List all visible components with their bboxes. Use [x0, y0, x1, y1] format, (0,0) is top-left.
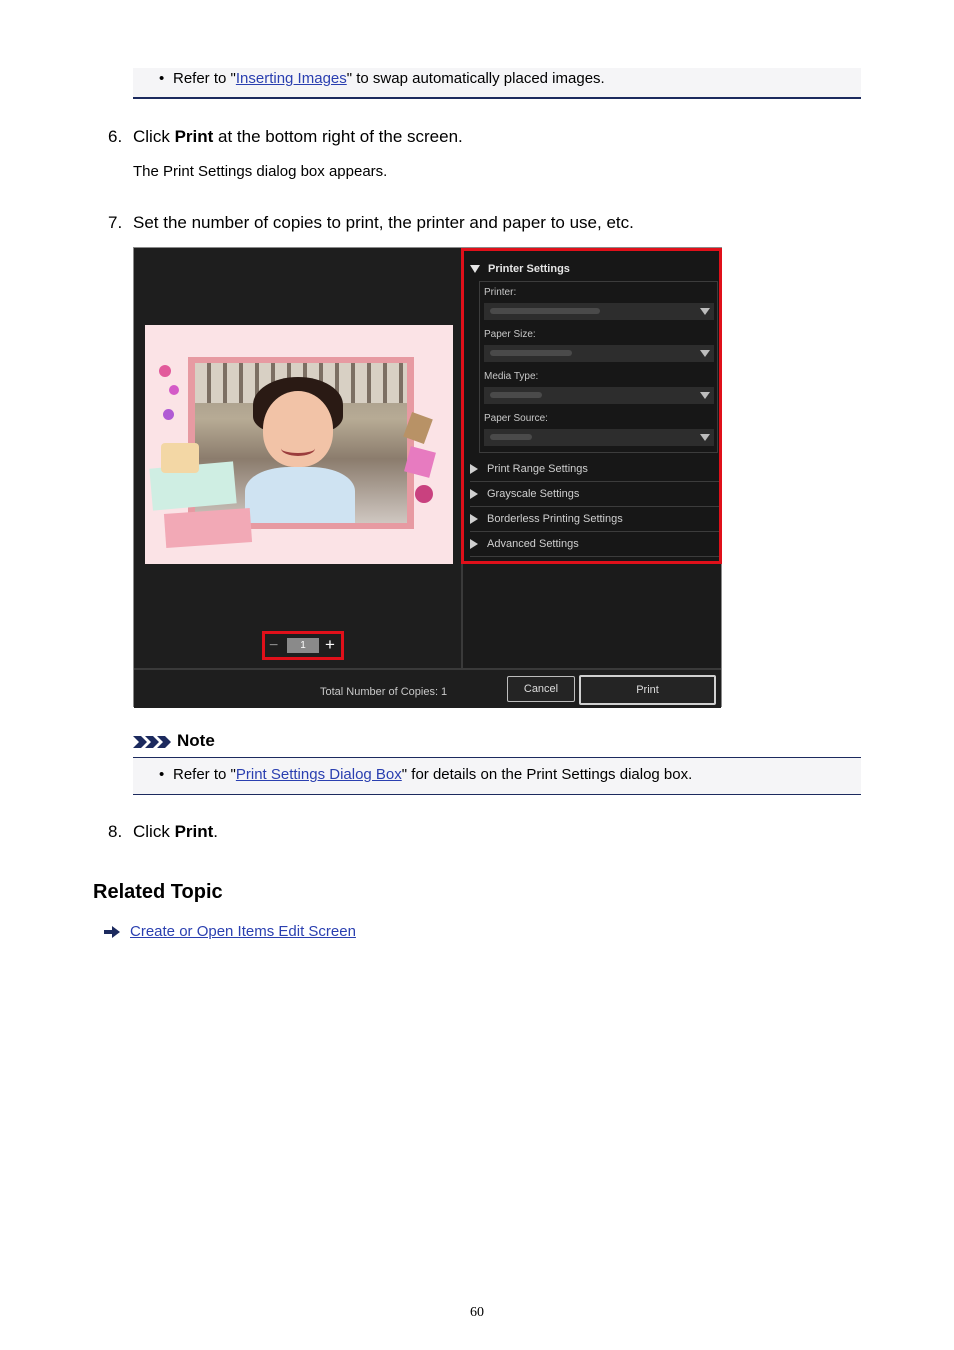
total-copies-label: Total Number of Copies: 1 — [320, 686, 448, 698]
advanced-label: Advanced Settings — [487, 538, 579, 550]
flower-decoration — [163, 409, 174, 420]
dropdown-arrow-icon — [700, 350, 710, 357]
collapsed-triangle-icon — [470, 539, 478, 550]
copies-field[interactable]: 1 — [287, 638, 319, 653]
cancel-button[interactable]: Cancel — [507, 676, 575, 702]
collapsed-triangle-icon — [470, 464, 478, 475]
flower-decoration — [159, 365, 171, 377]
top-note-prefix: Refer to " — [173, 70, 236, 87]
related-topic-heading: Related Topic — [93, 881, 223, 903]
note-prefix: Refer to " — [173, 766, 236, 783]
printer-settings-header[interactable]: Printer Settings — [470, 263, 570, 275]
printer-settings-group: Printer: Paper Size: Media Type: Paper S… — [479, 281, 718, 453]
collapsed-triangle-icon — [470, 489, 478, 500]
borderless-printing-settings-row[interactable]: Borderless Printing Settings — [470, 507, 719, 532]
paper-source-select[interactable] — [484, 429, 714, 446]
printer-settings-label: Printer Settings — [488, 263, 570, 275]
inserting-images-link[interactable]: Inserting Images — [236, 70, 347, 87]
layout-preview — [145, 325, 453, 564]
note-box: • Refer to "Print Settings Dialog Box" fo… — [133, 757, 861, 795]
decrease-copies-button[interactable]: − — [269, 637, 278, 655]
blurred-value — [490, 392, 542, 398]
step-number: 7. — [108, 213, 123, 232]
dialog-footer: Total Number of Copies: 1 Cancel Print — [134, 668, 721, 708]
top-note-line: • Refer to "Inserting Images" to swap aut… — [159, 69, 605, 89]
related-topic-item: Create or Open Items Edit Screen — [104, 923, 356, 940]
print-range-settings-row[interactable]: Print Range Settings — [470, 457, 719, 482]
blurred-value — [490, 308, 600, 314]
step-text-end: at the bottom right of the screen. — [213, 127, 463, 146]
printer-settings-panel: Printer Settings Printer: Paper Size: Me… — [461, 248, 722, 564]
paper-size-label: Paper Size: — [484, 329, 536, 340]
dropdown-arrow-icon — [700, 392, 710, 399]
dropdown-arrow-icon — [700, 434, 710, 441]
paper-source-label: Paper Source: — [484, 413, 548, 424]
step-6-result: The Print Settings dialog box appears. — [133, 163, 388, 180]
print-range-label: Print Range Settings — [487, 463, 588, 475]
expand-triangle-icon — [470, 265, 480, 274]
note-chevrons-icon — [133, 735, 171, 748]
step-number: 6. — [108, 127, 123, 146]
step-7: 7. Set the number of copies to print, th… — [108, 212, 848, 234]
paper-size-select[interactable] — [484, 345, 714, 362]
note-suffix: " for details on the Print Settings dial… — [401, 766, 693, 783]
collapsed-triangle-icon — [470, 514, 478, 525]
pink-paper-decoration — [163, 508, 253, 548]
media-type-label: Media Type: — [484, 371, 539, 382]
increase-copies-button[interactable]: + — [325, 635, 335, 655]
note-line: • Refer to "Print Settings Dialog Box" fo… — [159, 765, 692, 785]
print-settings-dialog-box-link[interactable]: Print Settings Dialog Box — [236, 766, 402, 783]
step-8: 8. Click Print. — [108, 821, 848, 843]
print-button[interactable]: Print — [579, 675, 716, 705]
cake-decoration — [161, 443, 199, 473]
printer-select[interactable] — [484, 303, 714, 320]
copies-counter-highlight: − 1 + — [262, 631, 344, 660]
step-bold: Print — [174, 127, 214, 146]
media-type-select[interactable] — [484, 387, 714, 404]
note-heading: Note — [133, 731, 215, 751]
dropdown-arrow-icon — [700, 308, 710, 315]
blurred-value — [490, 434, 532, 440]
create-or-open-items-edit-screen-link[interactable]: Create or Open Items Edit Screen — [130, 923, 356, 940]
top-note-box: • Refer to "Inserting Images" to swap aut… — [133, 68, 861, 99]
step-text: Set the number of copies to print, the p… — [133, 213, 634, 232]
blurred-value — [490, 350, 572, 356]
smile — [281, 441, 315, 456]
top-note-suffix: " to swap automatically placed images. — [346, 70, 605, 87]
flower-decoration — [169, 385, 179, 395]
arrow-right-icon — [104, 926, 120, 939]
bullet: • — [159, 766, 165, 783]
note-title: Note — [177, 731, 215, 750]
bib — [245, 467, 355, 523]
print-settings-dialog-screenshot: − 1 + Printer Settings Printer: Paper Si… — [133, 247, 722, 708]
step-bold: Print — [174, 822, 214, 841]
printer-label: Printer: — [484, 287, 517, 298]
step-text-end: . — [213, 822, 219, 841]
preview-pane: − 1 + — [134, 248, 463, 668]
borderless-label: Borderless Printing Settings — [487, 513, 623, 525]
grayscale-settings-row[interactable]: Grayscale Settings — [470, 482, 719, 507]
page-number: 60 — [470, 1305, 484, 1320]
bullet: • — [159, 70, 165, 87]
advanced-settings-row[interactable]: Advanced Settings — [470, 532, 719, 557]
step-6: 6. Click Print at the bottom right of th… — [108, 126, 848, 148]
step-text: Click — [133, 822, 175, 841]
grayscale-label: Grayscale Settings — [487, 488, 580, 500]
step-text: Click — [133, 127, 175, 146]
step-number: 8. — [108, 822, 123, 841]
flower-decoration — [415, 485, 433, 503]
